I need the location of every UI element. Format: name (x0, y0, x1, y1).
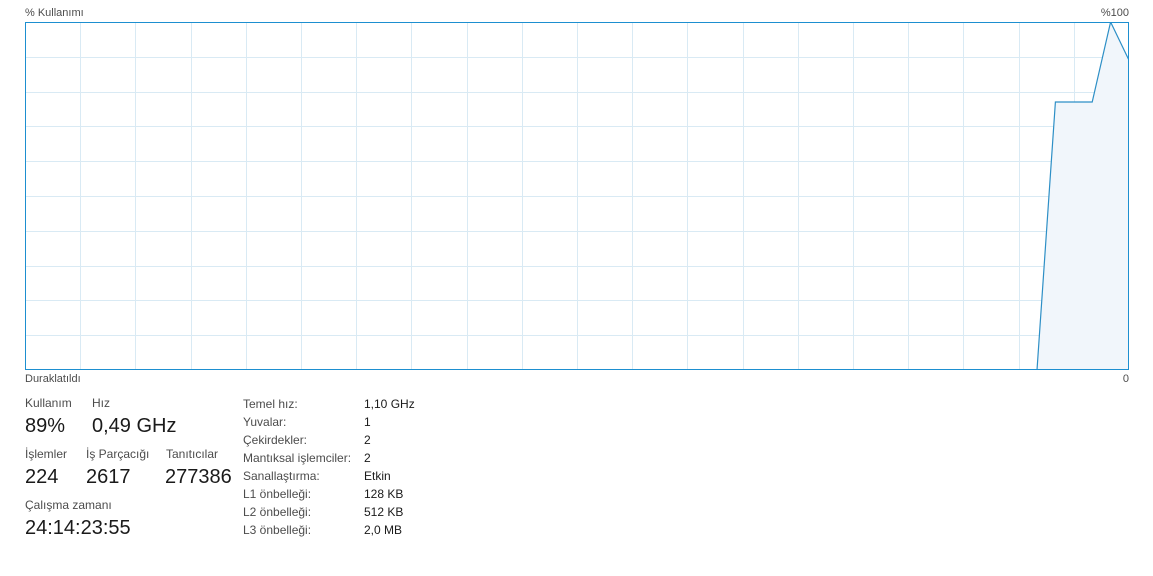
spec-row-base-speed: Temel hız: 1,10 GHz (243, 395, 415, 413)
cpu-specs-table: Temel hız: 1,10 GHz Yuvalar: 1 Çekirdekl… (243, 395, 415, 539)
spec-label: Mantıksal işlemciler: (243, 451, 352, 465)
handles-label: Tanıtıcılar (166, 447, 219, 461)
spec-label: Çekirdekler: (243, 433, 308, 447)
spec-row-l1-cache: L1 önbelleği: 128 KB (243, 485, 415, 503)
cpu-usage-graph-svg (25, 22, 1129, 370)
threads-value: 2617 (86, 466, 131, 488)
spec-row-logical-processors: Mantıksal işlemciler: 2 (243, 449, 415, 467)
usage-area-fill (1037, 22, 1129, 370)
uptime-label: Çalışma zamanı (25, 498, 112, 512)
spec-value: 2 (364, 433, 371, 447)
spec-value: 1 (364, 415, 371, 429)
usage-label: Kullanım (25, 396, 72, 410)
spec-label: L1 önbelleği: (243, 487, 312, 501)
spec-row-sockets: Yuvalar: 1 (243, 413, 415, 431)
spec-value: 2,0 MB (364, 523, 403, 537)
graph-title: % Kullanımı (25, 7, 84, 19)
uptime-value: 24:14:23:55 (25, 517, 131, 539)
spec-value: Etkin (364, 469, 391, 483)
spec-label: Temel hız: (243, 397, 298, 411)
spec-label: L2 önbelleği: (243, 505, 312, 519)
spec-row-l2-cache: L2 önbelleği: 512 KB (243, 503, 415, 521)
processes-value: 224 (25, 466, 59, 488)
spec-row-virtualization: Sanallaştırma: Etkin (243, 467, 415, 485)
spec-label: Sanallaştırma: (243, 469, 320, 483)
spec-value: 1,10 GHz (364, 397, 415, 411)
speed-value: 0,49 GHz (92, 415, 177, 437)
graph-min-label: 0 (1122, 373, 1129, 385)
spec-row-l3-cache: L3 önbelleği: 2,0 MB (243, 521, 415, 539)
processes-label: İşlemler (25, 447, 68, 461)
handles-value: 277386 (165, 466, 232, 488)
speed-label: Hız (92, 396, 110, 410)
graph-max-label: %100 (1100, 7, 1129, 19)
graph-status-label: Duraklatıldı (25, 373, 81, 385)
spec-label: L3 önbelleği: (243, 523, 312, 537)
usage-value: 89% (25, 415, 66, 437)
spec-value: 512 KB (364, 505, 404, 519)
cpu-usage-graph (25, 22, 1129, 370)
spec-label: Yuvalar: (243, 415, 287, 429)
spec-value: 2 (364, 451, 371, 465)
threads-label: İş Parçacığı (86, 447, 150, 461)
spec-value: 128 KB (364, 487, 404, 501)
spec-row-cores: Çekirdekler: 2 (243, 431, 415, 449)
